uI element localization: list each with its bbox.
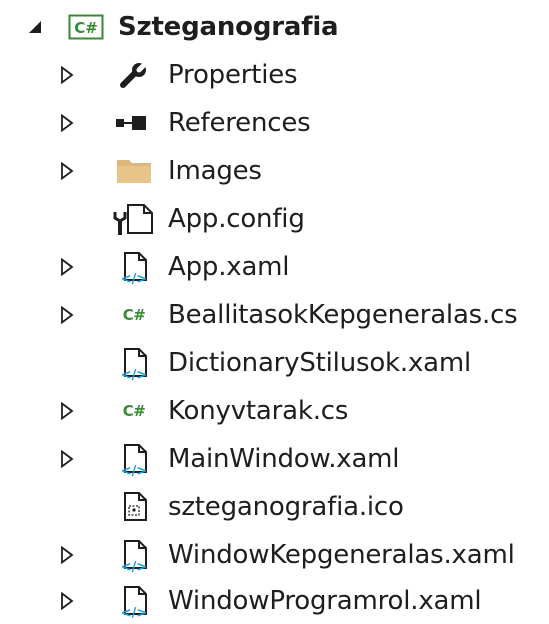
tree-node-ico[interactable]: szteganografia.ico	[0, 484, 549, 530]
svg-text:</>: </>	[121, 464, 148, 476]
wrench-icon	[114, 52, 154, 98]
svg-text:</>: </>	[121, 368, 148, 380]
tree-node-konyvtarak-cs[interactable]: C# Konyvtarak.cs	[0, 388, 549, 434]
node-label-mainwindow-xaml: MainWindow.xaml	[168, 444, 400, 474]
node-label-windowkepgeneralas-xaml: WindowKepgeneralas.xaml	[168, 540, 515, 570]
expand-arrow-icon[interactable]	[56, 148, 78, 194]
csharp-project-icon: C#	[68, 4, 104, 50]
node-label-windowprogramrol-xaml: WindowProgramrol.xaml	[168, 586, 482, 616]
node-label-references: References	[168, 108, 311, 138]
references-icon	[114, 100, 154, 146]
expand-arrow-icon[interactable]	[56, 244, 78, 290]
xaml-file-icon: </>	[114, 532, 154, 578]
expand-arrow-icon[interactable]	[56, 100, 78, 146]
svg-text:</>: </>	[121, 272, 148, 284]
svg-text:</>: </>	[121, 560, 148, 572]
project-name-label: Szteganografia	[118, 12, 339, 42]
expand-arrow-icon[interactable]	[56, 578, 78, 624]
expand-arrow-icon[interactable]	[56, 52, 78, 98]
tree-node-project-root[interactable]: C# Szteganografia	[0, 4, 549, 50]
node-label-images: Images	[168, 156, 262, 186]
node-label-beallitasok-cs: BeallitasokKepgeneralas.cs	[168, 300, 518, 330]
tree-node-windowprogramrol-xaml[interactable]: </> WindowProgramrol.xaml	[0, 578, 549, 624]
xaml-file-icon: </>	[114, 340, 154, 386]
tree-node-dictionary-xaml[interactable]: </> DictionaryStilusok.xaml	[0, 340, 549, 386]
xaml-file-icon: </>	[114, 436, 154, 482]
node-label-app-config: App.config	[168, 204, 305, 234]
expand-arrow-icon[interactable]	[56, 436, 78, 482]
node-label-konyvtarak-cs: Konyvtarak.cs	[168, 396, 349, 426]
solution-explorer-tree: C# Szteganografia Properties References …	[0, 0, 549, 622]
node-label-dictionary-xaml: DictionaryStilusok.xaml	[168, 348, 472, 378]
expand-arrow-icon[interactable]	[56, 388, 78, 434]
svg-text:</>: </>	[121, 606, 148, 618]
tree-node-references[interactable]: References	[0, 100, 549, 146]
config-file-icon	[112, 196, 156, 242]
xaml-file-icon: </>	[114, 244, 154, 290]
expand-arrow-icon[interactable]	[56, 532, 78, 578]
tree-node-beallitasok-cs[interactable]: C# BeallitasokKepgeneralas.cs	[0, 292, 549, 338]
tree-node-app-xaml[interactable]: </> App.xaml	[0, 244, 549, 290]
folder-icon	[114, 148, 154, 194]
tree-node-images[interactable]: Images	[0, 148, 549, 194]
tree-node-mainwindow-xaml[interactable]: </> MainWindow.xaml	[0, 436, 549, 482]
tree-node-app-config[interactable]: App.config	[0, 196, 549, 242]
xaml-file-icon: </>	[114, 578, 154, 624]
svg-text:C#: C#	[74, 19, 98, 37]
csharp-file-icon: C#	[122, 306, 146, 324]
node-label-properties: Properties	[168, 60, 298, 90]
ico-file-icon	[114, 484, 154, 530]
node-label-app-xaml: App.xaml	[168, 252, 290, 282]
tree-node-properties[interactable]: Properties	[0, 52, 549, 98]
node-label-ico: szteganografia.ico	[168, 492, 404, 522]
csharp-file-icon: C#	[122, 402, 146, 420]
tree-node-windowkepgeneralas-xaml[interactable]: </> WindowKepgeneralas.xaml	[0, 532, 549, 578]
expand-arrow-icon[interactable]	[56, 292, 78, 338]
collapse-arrow-icon[interactable]	[24, 4, 46, 50]
